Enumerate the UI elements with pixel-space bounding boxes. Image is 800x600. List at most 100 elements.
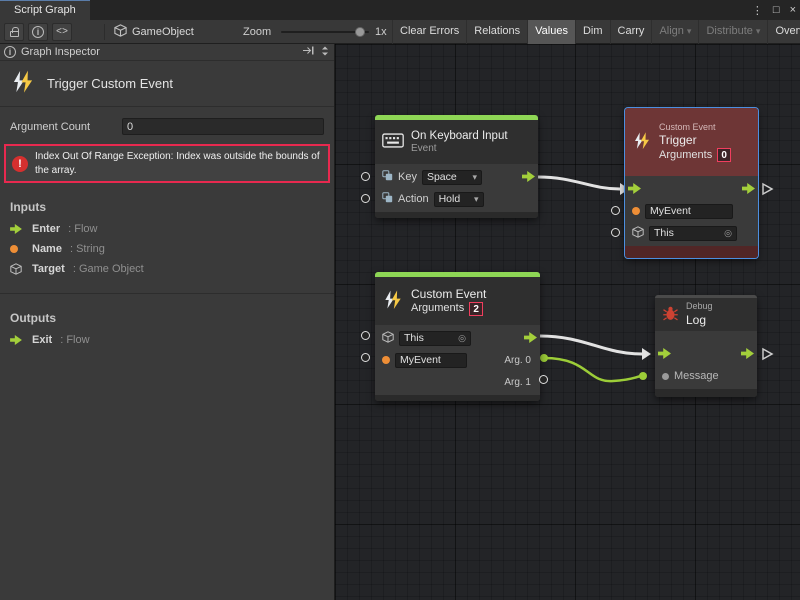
string-dot-icon	[632, 207, 640, 215]
gameobject-target[interactable]: GameObject	[114, 20, 194, 44]
keyboard-icon	[382, 133, 404, 151]
message-label: Message	[674, 370, 719, 382]
zoom-slider[interactable]	[281, 31, 369, 33]
flow-output-port[interactable]	[741, 348, 754, 362]
caret-down-icon: ▾	[472, 172, 477, 183]
node-custom-event-arguments[interactable]: Custom Event Arguments 2 This ◎	[375, 272, 540, 401]
input-pin-name: Name : String	[0, 239, 334, 259]
gameobject-cube-icon	[382, 331, 394, 346]
values-toggle[interactable]: Values	[527, 20, 575, 44]
flow-input-port[interactable]	[628, 183, 641, 197]
align-dropdown[interactable]: Align▾	[651, 20, 698, 44]
port-action-input[interactable]	[361, 194, 370, 203]
flow-input-port[interactable]	[658, 348, 671, 362]
hotkey-icon	[382, 192, 393, 206]
arg1-label: Arg. 1	[504, 377, 531, 388]
wire-keyboard-to-trigger[interactable]	[538, 177, 620, 189]
lock-icon	[10, 31, 19, 37]
action-dropdown[interactable]: Hold ▾	[434, 192, 484, 207]
node-debug-log[interactable]: Debug Log Message	[655, 295, 757, 397]
port-message-connected[interactable]	[639, 372, 647, 380]
target-row: This ◎	[625, 222, 758, 244]
string-dot-icon	[382, 356, 390, 364]
gameobject-cube-icon	[632, 226, 644, 241]
port-arg1-output[interactable]	[539, 375, 548, 384]
object-picker-icon[interactable]: ◎	[724, 228, 732, 239]
event-name-field[interactable]: MyEvent	[395, 353, 467, 368]
node-body: This ◎ MyEvent Arg. 0 Arg. 1	[375, 325, 540, 395]
bolt-icon	[382, 289, 404, 314]
maximize-icon[interactable]: □	[773, 4, 780, 16]
port-arguments-target-input[interactable]	[361, 331, 370, 340]
zoom-slider-knob[interactable]	[355, 27, 365, 37]
carry-toggle[interactable]: Carry	[610, 20, 652, 44]
node-footer	[625, 246, 758, 258]
gameobject-cube-icon	[114, 24, 127, 40]
node-title: Trigger	[659, 133, 731, 148]
relations-toggle[interactable]: Relations	[466, 20, 527, 44]
argument-count-label: Argument Count	[10, 121, 122, 133]
port-trigger-target-input[interactable]	[611, 228, 620, 237]
flow-marker-icon	[763, 184, 772, 194]
event-name-row: MyEvent	[625, 200, 758, 222]
toolbar-left-group: i <>	[4, 23, 72, 41]
wire-arg0-to-message[interactable]	[544, 358, 641, 381]
key-label: Key	[398, 171, 417, 183]
dock-icon[interactable]	[302, 45, 315, 59]
flow-output-port[interactable]	[524, 332, 537, 346]
info-button[interactable]: i	[28, 23, 48, 41]
flow-arrow-icon	[10, 224, 24, 234]
kebab-menu-icon[interactable]: ⋮	[752, 4, 763, 17]
node-header: Custom Event Trigger Arguments 0	[625, 108, 758, 176]
hotkey-icon	[382, 170, 393, 184]
lock-button[interactable]	[4, 23, 24, 41]
unity-script-graph-window: Script Graph ⋮ □ × i <> GameObject	[0, 0, 800, 600]
key-dropdown[interactable]: Space ▾	[422, 170, 482, 185]
node-category: Custom Event	[659, 122, 731, 134]
flow-output-port[interactable]	[742, 183, 755, 197]
selected-unit-title: Trigger Custom Event	[47, 76, 173, 91]
target-row: This ◎	[375, 327, 540, 349]
port-arguments-name-input[interactable]	[361, 353, 370, 362]
action-row: Action Hold ▾	[375, 188, 538, 210]
flow-row	[655, 343, 757, 365]
node-title: Custom Event	[411, 287, 486, 302]
event-name-row: MyEvent Arg. 0	[375, 349, 540, 371]
key-row: Key Space ▾	[375, 166, 538, 188]
node-trigger-custom-event[interactable]: Custom Event Trigger Arguments 0	[625, 108, 758, 258]
tab-script-graph[interactable]: Script Graph	[0, 0, 90, 20]
toolbar-buttons: Clear Errors Relations Values Dim Carry …	[392, 20, 800, 44]
port-key-input[interactable]	[361, 172, 370, 181]
value-dot-icon	[662, 373, 669, 380]
port-arg0-connected[interactable]	[540, 354, 548, 362]
event-name-field[interactable]: MyEvent	[645, 204, 733, 219]
target-object-field[interactable]: This ◎	[649, 226, 737, 241]
node-body: MyEvent This ◎	[625, 176, 758, 246]
info-icon: i	[32, 26, 44, 38]
overview-button[interactable]: Overv	[767, 20, 800, 44]
action-label: Action	[398, 193, 429, 205]
info-icon: i	[4, 46, 16, 58]
object-picker-icon[interactable]: ◎	[458, 333, 466, 344]
port-trigger-name-input[interactable]	[611, 206, 620, 215]
wire-arguments-to-debug[interactable]	[540, 336, 642, 354]
clear-errors-button[interactable]: Clear Errors	[392, 20, 466, 44]
pane-scroll-icon[interactable]	[320, 45, 330, 60]
error-banner: ! Index Out Of Range Exception: Index wa…	[4, 144, 330, 183]
target-object-field[interactable]: This ◎	[399, 331, 471, 346]
distribute-dropdown[interactable]: Distribute▾	[698, 20, 767, 44]
flow-output-port[interactable]	[522, 171, 535, 185]
arguments-line: Arguments 0	[659, 148, 731, 162]
dim-toggle[interactable]: Dim	[575, 20, 610, 44]
arg0-label: Arg. 0	[504, 355, 531, 366]
code-view-button[interactable]: <>	[52, 23, 72, 41]
argument-count-input[interactable]	[122, 118, 324, 135]
graph-canvas[interactable]: On Keyboard Input Event Key Space ▾	[335, 44, 800, 600]
flow-marker-icon	[763, 349, 772, 359]
bolt-icon	[632, 131, 652, 154]
close-icon[interactable]: ×	[790, 4, 796, 16]
window-controls: ⋮ □ ×	[752, 0, 796, 20]
node-on-keyboard-input[interactable]: On Keyboard Input Event Key Space ▾	[375, 115, 538, 218]
toolbar-separator	[104, 24, 105, 40]
node-title: On Keyboard Input	[411, 129, 508, 143]
